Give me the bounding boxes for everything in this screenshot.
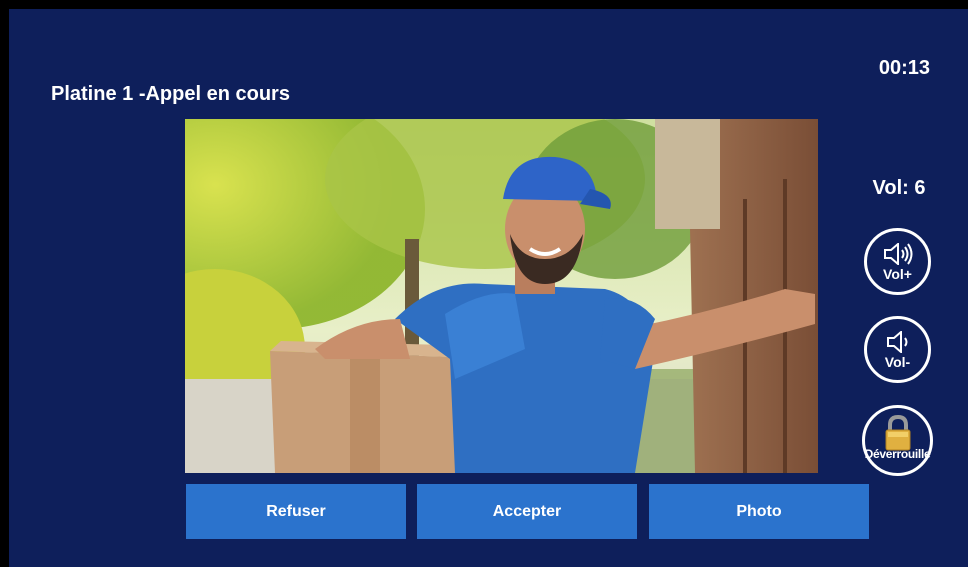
volume-level: Vol: 6 xyxy=(872,177,926,199)
camera-feed xyxy=(185,119,818,473)
volume-down-button[interactable]: Vol- xyxy=(864,316,931,383)
unlock-button[interactable]: Déverrouille xyxy=(862,405,933,476)
call-timer: 00:13 xyxy=(878,57,930,79)
call-title: Platine 1 -Appel en cours xyxy=(51,83,290,105)
photo-button[interactable]: Photo xyxy=(649,484,869,539)
accept-button[interactable]: Accepter xyxy=(417,484,637,539)
volume-up-button[interactable]: Vol+ xyxy=(864,228,931,295)
volume-down-label: Vol- xyxy=(884,354,911,370)
intercom-screen: Platine 1 -Appel en cours 00:13 Vol: 6 V… xyxy=(0,0,968,567)
volume-up-label: Vol+ xyxy=(883,266,912,282)
camera-feed-image xyxy=(185,119,818,473)
refuse-button[interactable]: Refuser xyxy=(186,484,406,539)
unlock-label: Déverrouille xyxy=(864,447,931,461)
